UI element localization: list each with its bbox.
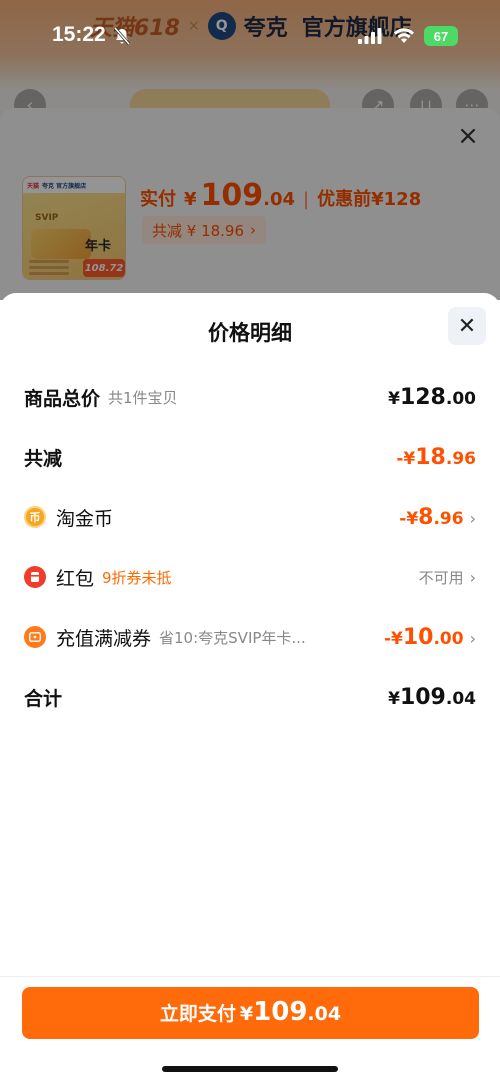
amount-int: 109	[399, 684, 446, 710]
amount-dec: .00	[445, 388, 476, 409]
row-label: 合计	[24, 687, 63, 710]
red-packet-icon	[24, 566, 46, 588]
close-icon[interactable]: ✕	[448, 307, 486, 345]
row-amount: -¥ 8 .96 ›	[399, 505, 476, 530]
chevron-right-icon: ›	[469, 628, 476, 648]
row-label: 共减	[24, 447, 63, 470]
row-amount: -¥ 18 .96	[396, 445, 476, 470]
row-total-reduce: 共减 -¥ 18 .96	[24, 437, 476, 477]
battery-level: 67	[433, 28, 449, 44]
amount-yen: -¥	[396, 448, 416, 469]
row-sub: 省10:夸克SVIP年卡...	[159, 628, 306, 647]
status-bar: 15:22 67	[0, 18, 500, 58]
row-recharge-coupon[interactable]: 充值满减券 省10:夸克SVIP年卡... -¥ 10 .00 ›	[24, 617, 476, 657]
pay-now-int: 109	[253, 997, 308, 1027]
amount-dec: .04	[445, 688, 476, 709]
amount-int: 10	[402, 624, 434, 650]
row-label: 充值满减券	[56, 627, 152, 650]
amount-yen: ¥	[388, 688, 400, 709]
amount-dec: .00	[433, 628, 464, 649]
amount-yen: ¥	[388, 388, 400, 409]
price-detail-modal: 价格明细 ✕ 商品总价 共1件宝贝 ¥ 128 .00 共减 -¥ 18 .96…	[0, 293, 500, 1083]
row-label: 商品总价	[24, 387, 101, 410]
row-status: 不可用 ›	[419, 567, 476, 588]
amount-int: 8	[418, 504, 434, 530]
footer-divider	[0, 976, 500, 977]
amount-yen: -¥	[383, 628, 403, 649]
row-amount: -¥ 10 .00 ›	[384, 625, 476, 650]
pay-now-button[interactable]: 立即支付 ¥ 109 .04	[22, 987, 479, 1039]
row-sub: 共1件宝贝	[108, 388, 178, 407]
row-label: 红包	[56, 567, 95, 590]
row-amount: ¥ 128 .00	[388, 385, 476, 410]
pay-now-label: 立即支付	[159, 1003, 236, 1025]
pay-now-dec: .04	[307, 1003, 342, 1025]
home-indicator[interactable]	[162, 1066, 338, 1072]
amount-dec: .96	[445, 448, 476, 469]
signal-icon	[358, 28, 382, 44]
pay-now-yen: ¥	[239, 1003, 254, 1025]
coin-icon: 币	[24, 506, 46, 528]
coupon-icon	[24, 626, 46, 648]
row-amount: ¥ 109 .04	[388, 685, 476, 710]
amount-int: 18	[415, 444, 446, 470]
modal-title: 价格明细	[208, 321, 292, 345]
amount-yen: -¥	[399, 508, 419, 529]
row-total-price: 商品总价 共1件宝贝 ¥ 128 .00	[24, 377, 476, 417]
chevron-right-icon: ›	[469, 508, 476, 528]
unavailable-label: 不可用	[418, 568, 464, 587]
battery-indicator: 67	[424, 26, 458, 46]
row-sub: 9折券未抵	[102, 568, 172, 587]
row-taobao-coins[interactable]: 币 淘金币 -¥ 8 .96 ›	[24, 497, 476, 537]
amount-int: 128	[399, 384, 446, 410]
bell-slash-icon	[113, 27, 131, 45]
chevron-right-icon: ›	[469, 567, 476, 587]
row-red-packet[interactable]: 红包 9折券未抵 不可用 ›	[24, 557, 476, 597]
row-label: 淘金币	[56, 507, 114, 530]
clock: 15:22	[52, 23, 106, 46]
amount-dec: .96	[433, 508, 464, 529]
row-grand-total: 合计 ¥ 109 .04	[24, 677, 476, 717]
wifi-icon	[394, 28, 414, 43]
